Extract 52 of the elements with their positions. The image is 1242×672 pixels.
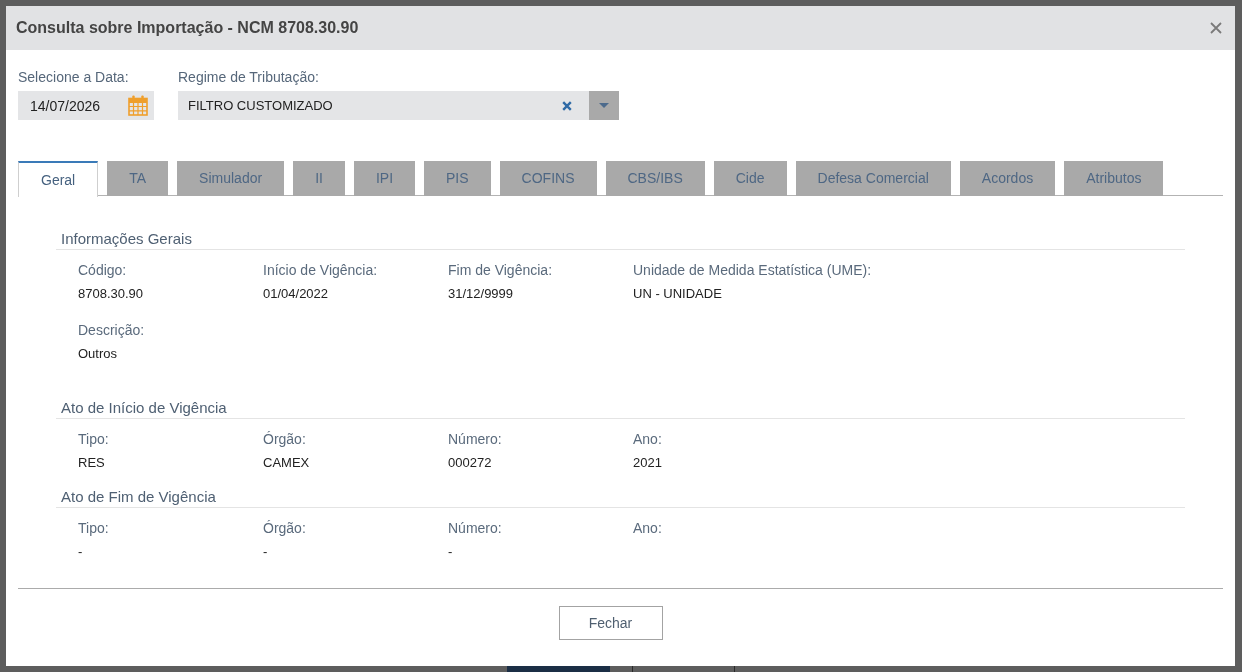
field-value: 2021: [633, 455, 662, 470]
field-label: Descrição:: [78, 321, 145, 340]
tab[interactable]: IPI: [353, 161, 416, 196]
regime-select[interactable]: FILTRO CUSTOMIZADO: [178, 91, 589, 120]
field-label: Órgão:: [263, 430, 306, 449]
field-value: CAMEX: [263, 455, 310, 470]
section-heading: Ato de Fim de Vigência: [61, 488, 216, 505]
field-label: Unidade de Medida Estatística (UME):: [633, 261, 872, 280]
tab[interactable]: Acordos: [959, 161, 1056, 196]
tab[interactable]: Atributos: [1064, 161, 1164, 196]
field-value: 000272: [448, 455, 492, 470]
section-heading: Informações Gerais: [61, 230, 192, 247]
section-heading: Ato de Início de Vigência: [61, 399, 227, 416]
field-value: 31/12/9999: [448, 286, 514, 301]
field-label: Início de Vigência:: [263, 261, 378, 280]
tab[interactable]: PIS: [424, 161, 491, 196]
dropdown-button[interactable]: [589, 91, 619, 120]
tab[interactable]: Cide: [713, 161, 787, 196]
field-value: -: [78, 544, 83, 559]
tab[interactable]: CBS/IBS: [605, 161, 705, 196]
field-label: Tipo:: [78, 519, 109, 538]
field-label: Ano:: [633, 430, 662, 449]
date-field[interactable]: 14/07/2026: [18, 91, 154, 120]
footer-button[interactable]: Fechar: [558, 606, 663, 640]
field-label: Código:: [78, 261, 127, 280]
tab[interactable]: II: [293, 161, 345, 196]
clear-icon[interactable]: [562, 100, 572, 111]
filter-label: Selecione a Data:: [18, 68, 129, 87]
field-value: 01/04/2022: [263, 286, 329, 301]
field-label: Fim de Vigência:: [448, 261, 552, 280]
caret-icon: [599, 103, 609, 108]
field-value: 8708.30.90: [78, 286, 144, 301]
field-value: UN - UNIDADE: [633, 286, 722, 301]
field-value: RES: [78, 455, 105, 470]
field-label: Órgão:: [263, 519, 306, 538]
dialog-title: Consulta sobre Importação - NCM 8708.30.90: [16, 18, 359, 38]
tab[interactable]: Geral: [18, 161, 99, 197]
field-value: Outros: [78, 346, 117, 361]
field-label: Número:: [448, 430, 502, 449]
field-label: Ano:: [633, 519, 662, 538]
field-label: Número:: [448, 519, 502, 538]
field-value: -: [263, 544, 268, 559]
close-button[interactable]: [1210, 22, 1222, 34]
field-value: -: [448, 544, 453, 559]
filter-label: Regime de Tributação:: [178, 68, 319, 87]
field-label: Tipo:: [78, 430, 109, 449]
calendar-icon[interactable]: [128, 95, 148, 116]
tab[interactable]: TA: [107, 161, 169, 196]
close-icon: [1210, 22, 1222, 34]
tab[interactable]: Defesa Comercial: [795, 161, 951, 196]
tab[interactable]: COFINS: [499, 161, 597, 196]
tab[interactable]: Simulador: [177, 161, 285, 196]
